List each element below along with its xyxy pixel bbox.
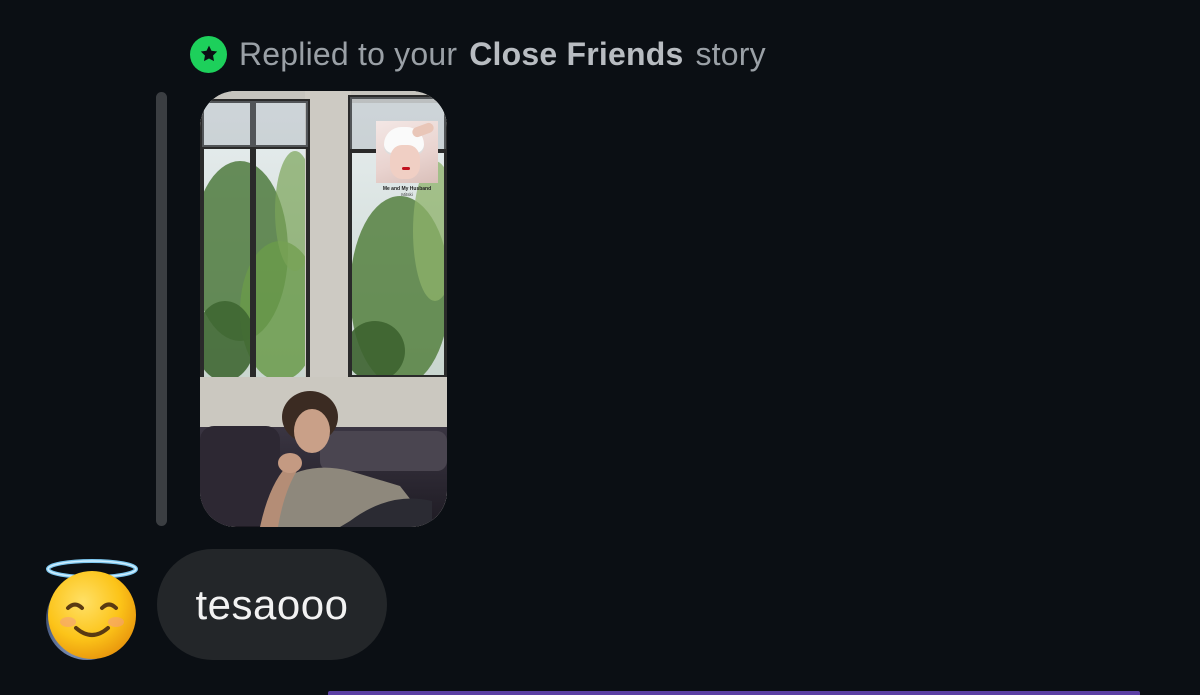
album-art-image: [376, 121, 438, 183]
story-reply-context: Replied to your Close Friends story: [190, 34, 766, 74]
close-friends-label: Close Friends: [469, 35, 684, 72]
sender-avatar[interactable]: [44, 558, 140, 662]
reply-prefix-text: Replied to your: [239, 35, 458, 72]
music-sticker: Me and My Husband Mitski: [374, 121, 440, 205]
reply-suffix-text: story: [695, 35, 766, 72]
chat-thread: Replied to your Close Friends story Me a…: [0, 0, 1200, 695]
message-text: tesaooo: [195, 580, 349, 628]
music-artist: Mitski: [401, 192, 413, 197]
message-bubble[interactable]: tesaooo: [157, 549, 387, 660]
smiling-face-with-halo-icon: [46, 559, 138, 659]
reply-quote-bar: [156, 92, 167, 526]
close-friends-star-icon: [190, 35, 227, 73]
composer-edge: [328, 691, 1140, 695]
story-thumbnail[interactable]: Me and My Husband Mitski: [200, 91, 447, 527]
